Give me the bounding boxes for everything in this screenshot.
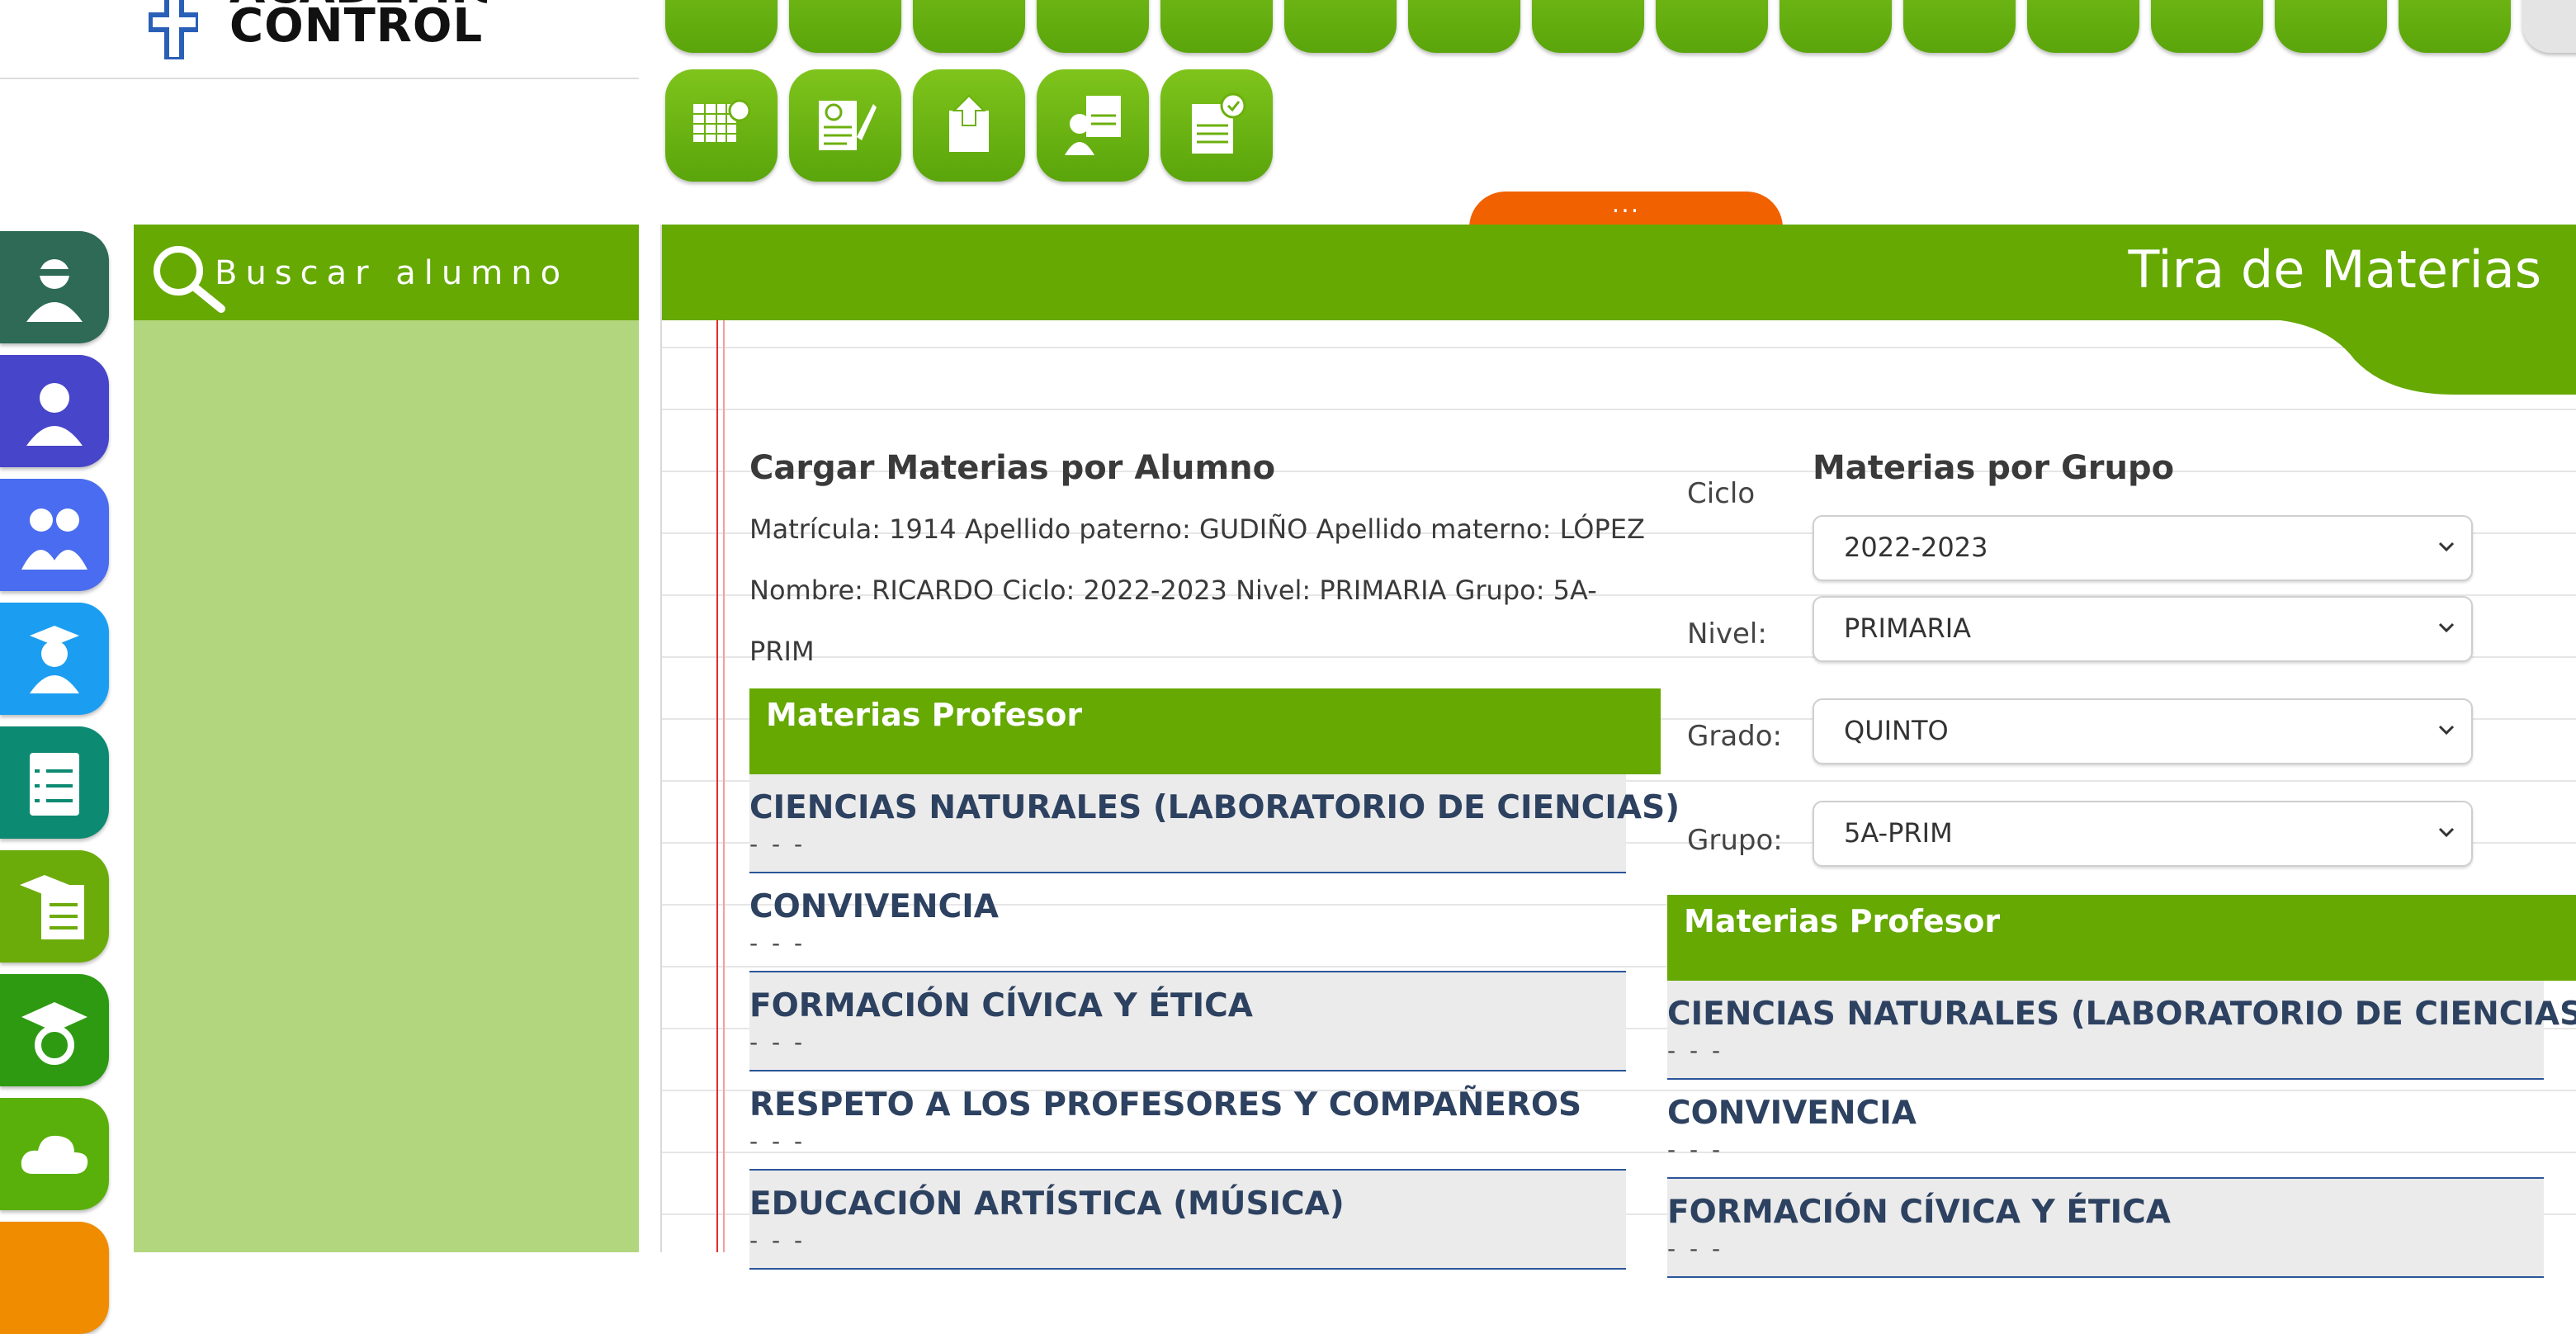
courses-icon[interactable] <box>0 850 109 963</box>
main-panel: Tira de Materias Cargar Materias por Alu… <box>660 225 2576 1278</box>
notebook-margin-line-light <box>723 320 725 1252</box>
graduation-settings-icon[interactable] <box>0 974 109 1086</box>
logo-divider <box>0 78 639 79</box>
subject-name: CONVIVENCIA <box>749 888 999 925</box>
subject-teacher: - - - <box>749 830 806 858</box>
approve-list-icon[interactable] <box>2399 0 2511 53</box>
graduate-icon[interactable] <box>1903 0 2016 53</box>
expander-label: ... <box>1611 190 1641 219</box>
bar-chart-icon[interactable] <box>1532 0 1644 53</box>
app-logo[interactable]: ACADEMIC CONTROL <box>140 0 487 66</box>
subject-teacher: - - - <box>749 1029 806 1056</box>
chevron-down-icon <box>2438 542 2455 552</box>
subject-teacher: - - - <box>749 1227 806 1254</box>
group-section-heading: Materias por Grupo <box>1813 449 2175 487</box>
nivel-select-value: PRIMARIA <box>1844 613 1972 644</box>
task-list-icon[interactable] <box>1780 0 1892 53</box>
subject-teacher: - - - <box>749 930 806 957</box>
extra-icon[interactable] <box>0 1222 109 1334</box>
student-info-line-2: Nombre: RICARDO Ciclo: 2022-2023 Nivel: … <box>749 575 1597 606</box>
ciclo-select[interactable]: 2022-2023 <box>1813 515 2473 581</box>
student-info-line-1: Matrícula: 1914 Apellido paterno: GUDIÑO… <box>749 513 1645 545</box>
teacher-icon[interactable] <box>0 231 109 343</box>
percent-list-icon[interactable] <box>1408 0 1520 53</box>
subject-name: FORMACIÓN CÍVICA Y ÉTICA <box>1667 1194 2171 1231</box>
director-icon[interactable] <box>0 355 109 467</box>
chevron-down-icon <box>2438 622 2455 633</box>
grado-select[interactable]: QUINTO <box>1813 698 2473 764</box>
more-icon[interactable] <box>2522 0 2576 53</box>
ciclo-label: Ciclo <box>1687 477 1756 510</box>
nivel-select[interactable]: PRIMARIA <box>1813 596 2473 662</box>
group-subject-item[interactable]: CIENCIAS NATURALES (LABORATORIO DE CIENC… <box>1667 981 2576 1080</box>
subject-teacher: - - - <box>749 1128 806 1155</box>
check-badge-icon[interactable] <box>1284 0 1397 53</box>
chevron-down-icon <box>2438 725 2455 736</box>
subject-name: CIENCIAS NATURALES (LABORATORIO DE CIENC… <box>1667 996 2576 1033</box>
subject-name: CIENCIAS NATURALES (LABORATORIO DE CIENC… <box>749 789 1680 826</box>
cloud-icon[interactable] <box>0 1098 109 1210</box>
expand-toolbar-tab[interactable]: ... <box>1469 190 1783 228</box>
calendar-grid-icon[interactable] <box>665 69 778 182</box>
group-subject-item[interactable]: FORMACIÓN CÍVICA Y ÉTICA - - - <box>1667 1179 2544 1278</box>
subject-name: EDUCACIÓN ARTÍSTICA (MÚSICA) <box>749 1185 1345 1223</box>
flow-lock-icon[interactable] <box>2275 0 2387 53</box>
header-wave-decoration <box>2281 319 2576 395</box>
subject-name: CONVIVENCIA <box>1667 1095 1917 1132</box>
parents-icon[interactable] <box>0 479 109 591</box>
chevron-down-icon <box>2438 827 2455 838</box>
logo-cross-icon <box>149 0 198 59</box>
student-section-heading: Cargar Materias por Alumno <box>749 449 1276 487</box>
notebook-margin-line <box>716 320 718 1252</box>
subject-teacher: - - - <box>1667 1136 1724 1163</box>
subject-name: RESPETO A LOS PROFESORES Y COMPAÑEROS <box>749 1086 1582 1123</box>
grade-edit-icon[interactable] <box>789 69 901 182</box>
logo-brand: CONTROL <box>229 0 484 53</box>
grado-label: Grado: <box>1687 720 1782 753</box>
student-subject-item[interactable]: CIENCIAS NATURALES (LABORATORIO DE CIENC… <box>749 774 1680 873</box>
money-stack-icon[interactable] <box>1656 0 1768 53</box>
bills-icon[interactable] <box>2027 0 2139 53</box>
search-doc-icon[interactable] <box>913 0 1025 53</box>
chat-icon[interactable] <box>789 0 901 53</box>
subject-name: FORMACIÓN CÍVICA Y ÉTICA <box>749 987 1253 1024</box>
grupo-label: Grupo: <box>1687 824 1783 857</box>
sad-face-icon[interactable] <box>1160 0 1273 53</box>
grado-select-value: QUINTO <box>1844 715 1949 746</box>
student-icon[interactable] <box>0 603 109 715</box>
teacher-cert-icon[interactable] <box>1037 69 1149 182</box>
student-subjects-header: Materias Profesor <box>749 688 1661 774</box>
group-subject-item[interactable]: CONVIVENCIA - - - <box>1667 1080 2544 1179</box>
student-search-icon[interactable] <box>1037 0 1149 53</box>
search-label: Buscar alumno <box>215 254 570 292</box>
subject-teacher: - - - <box>1667 1037 1724 1064</box>
grupo-select-value: 5A-PRIM <box>1844 817 1953 849</box>
subject-teacher: - - - <box>1667 1235 1724 1262</box>
page-header: Tira de Materias <box>662 225 2576 320</box>
group-subjects-header: Materias Profesor <box>1667 895 2576 981</box>
student-info-line-3: PRIM <box>749 636 815 667</box>
page-title: Tira de Materias <box>2128 239 2541 300</box>
group-subjects-header-label: Materias Profesor <box>1684 903 2001 939</box>
upload-doc-icon[interactable] <box>913 69 1025 182</box>
student-subject-item[interactable]: EDUCACIÓN ARTÍSTICA (MÚSICA) - - - <box>749 1171 1626 1270</box>
clipboard-icon[interactable] <box>0 726 109 839</box>
student-subject-item[interactable]: FORMACIÓN CÍVICA Y ÉTICA - - - <box>749 972 1626 1071</box>
certificate-icon[interactable] <box>1160 69 1273 182</box>
checklist-icon[interactable] <box>665 0 778 53</box>
grupo-select[interactable]: 5A-PRIM <box>1813 801 2473 867</box>
student-subject-item[interactable]: CONVIVENCIA - - - <box>749 873 1626 972</box>
student-subjects-header-label: Materias Profesor <box>766 697 1083 733</box>
nivel-label: Nivel: <box>1687 617 1767 650</box>
search-panel: Buscar alumno <box>134 225 639 1252</box>
ciclo-select-value: 2022-2023 <box>1844 532 1988 563</box>
schedule-icon[interactable] <box>2151 0 2263 53</box>
student-subject-item[interactable]: RESPETO A LOS PROFESORES Y COMPAÑEROS - … <box>749 1071 1626 1171</box>
search-student-button[interactable]: Buscar alumno <box>134 225 639 320</box>
